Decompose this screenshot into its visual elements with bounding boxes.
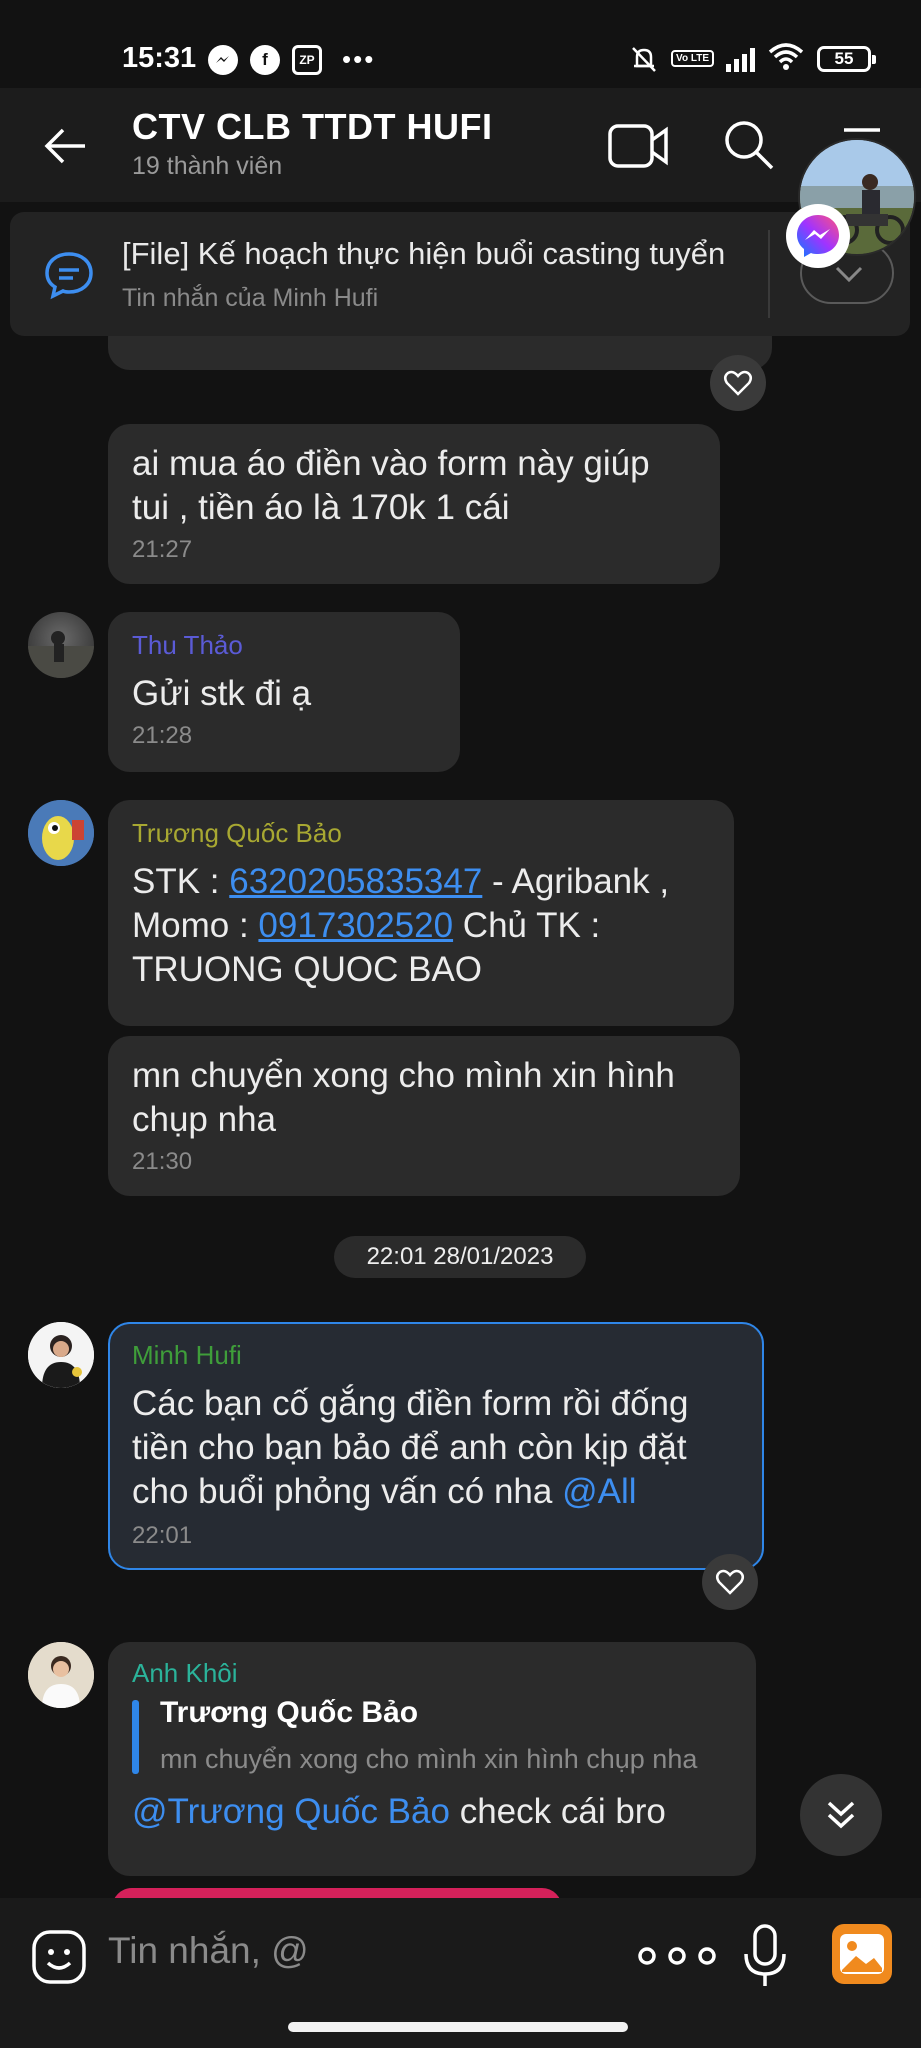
message-text-line: Momo : 0917302520 Chủ TK : xyxy=(132,904,600,948)
signal-icon xyxy=(726,46,755,72)
sender-name[interactable]: Minh Hufi xyxy=(132,1340,242,1371)
message-text: check cái bro xyxy=(449,1792,666,1831)
group-title[interactable]: CTV CLB TTDT HUFI xyxy=(132,106,492,148)
notification-icons: f ZP ••• xyxy=(208,44,375,75)
message-list[interactable]: ai mua áo điền vào form này giúp tui , t… xyxy=(0,336,921,1898)
message-text: Gửi stk đi ạ xyxy=(132,674,312,713)
wifi-icon xyxy=(767,42,805,75)
message-time: 22:01 xyxy=(132,1522,193,1549)
message-text: chụp nha xyxy=(132,1100,277,1139)
battery-icon: 55 xyxy=(817,45,876,72)
status-time: 15:31 xyxy=(122,42,197,74)
react-button[interactable] xyxy=(710,355,766,411)
avatar[interactable] xyxy=(28,612,94,678)
message-input[interactable]: Tin nhắn, @ xyxy=(108,1930,309,1972)
status-bar: 15:31 f ZP ••• Vo LTE 55 xyxy=(0,0,921,88)
mute-bell-icon xyxy=(629,44,659,74)
microphone-icon xyxy=(744,1924,786,1986)
battery-level: 55 xyxy=(834,48,854,68)
message-text: ai mua áo điền vào form này giúp xyxy=(132,444,650,483)
owner-label: Chủ TK : xyxy=(453,906,601,945)
message-text: tui , tiền áo là 170k 1 cái xyxy=(132,488,510,527)
message-text: tiền cho bạn bảo để anh còn kịp đặt xyxy=(132,1428,687,1467)
home-indicator[interactable] xyxy=(288,2022,628,2032)
message-bubble[interactable]: Thu Thảo Gửi stk đi ạ 21:28 xyxy=(108,612,460,772)
stk-label: STK : xyxy=(132,862,230,901)
system-icons: Vo LTE 55 xyxy=(629,42,876,75)
heart-icon xyxy=(716,1569,744,1595)
arrow-left-icon xyxy=(44,128,85,164)
three-dots-icon xyxy=(638,1947,716,1965)
mention-all[interactable]: @All xyxy=(562,1472,636,1511)
message-text: cho buổi phỏng vấn có nha xyxy=(132,1472,563,1511)
heart-icon xyxy=(724,370,752,396)
facebook-icon: f xyxy=(250,44,280,75)
messenger-icon xyxy=(208,44,238,75)
pinned-title: [File] Kế hoạch thực hiện buổi casting t… xyxy=(122,236,726,271)
volte-icon: Vo LTE xyxy=(671,50,714,67)
chat-bubble-icon xyxy=(42,248,96,302)
message-text: Các bạn cố gắng điền form rồi đống xyxy=(132,1384,689,1423)
messenger-icon xyxy=(786,204,850,268)
quoted-sender[interactable]: Trương Quốc Bảo xyxy=(160,1696,418,1730)
sender-name[interactable]: Thu Thảo xyxy=(132,630,243,661)
more-options-button[interactable] xyxy=(630,1938,730,1974)
pinned-divider xyxy=(768,230,770,318)
video-call-button[interactable] xyxy=(606,118,672,174)
account-owner: TRUONG QUOC BAO xyxy=(132,950,483,989)
message-bubble-reply[interactable]: Anh Khôi Trương Quốc Bảo mn chuyển xong … xyxy=(108,1642,756,1876)
search-icon xyxy=(725,121,774,170)
double-chevron-down-icon xyxy=(827,1801,855,1829)
pinned-subtitle: Tin nhắn của Minh Hufi xyxy=(122,284,379,312)
voice-message-button[interactable] xyxy=(740,1922,790,1992)
bank-name: - Agribank , xyxy=(482,862,670,901)
message-bubble[interactable]: Trương Quốc Bảo STK : 6320205835347 - Ag… xyxy=(108,800,734,1026)
message-bubble-partial[interactable] xyxy=(108,336,772,370)
chat-header: CTV CLB TTDT HUFI 19 thành viên xyxy=(0,88,921,202)
search-button[interactable] xyxy=(720,116,778,174)
video-camera-icon xyxy=(608,124,668,168)
react-button[interactable] xyxy=(702,1554,758,1610)
message-text-line: cho buổi phỏng vấn có nha @All xyxy=(132,1470,637,1514)
phone-number-link[interactable]: 0917302520 xyxy=(258,906,453,945)
zp-icon: ZP xyxy=(292,44,322,75)
avatar[interactable] xyxy=(28,800,94,866)
mention-user[interactable]: @Trương Quốc Bảo xyxy=(132,1792,450,1831)
avatar[interactable] xyxy=(28,1322,94,1388)
message-time: 21:27 xyxy=(132,536,193,563)
back-button[interactable] xyxy=(36,118,96,174)
message-bubble[interactable]: ai mua áo điền vào form này giúp tui , t… xyxy=(108,424,720,584)
avatar[interactable] xyxy=(28,1642,94,1708)
quote-bar xyxy=(132,1700,139,1774)
photo-button[interactable] xyxy=(832,1924,892,1984)
message-bubble[interactable]: mn chuyển xong cho mình xin hình chụp nh… xyxy=(108,1036,740,1196)
quoted-text[interactable]: mn chuyển xong cho mình xin hình chụp nh… xyxy=(160,1744,730,1775)
sender-name[interactable]: Trương Quốc Bảo xyxy=(132,818,342,849)
sender-name[interactable]: Anh Khôi xyxy=(132,1658,238,1689)
message-text-line: @Trương Quốc Bảo check cái bro xyxy=(132,1790,666,1834)
date-separator: 22:01 28/01/2023 xyxy=(334,1236,586,1278)
member-count[interactable]: 19 thành viên xyxy=(132,152,282,181)
pinned-message-bar[interactable]: [File] Kế hoạch thực hiện buổi casting t… xyxy=(10,212,910,336)
message-composer: Tin nhắn, @ xyxy=(0,1898,921,2048)
image-icon xyxy=(840,1934,884,1974)
message-text: mn chuyển xong cho mình xin hình xyxy=(132,1056,675,1095)
account-number-link[interactable]: 6320205835347 xyxy=(229,862,482,901)
message-time: 21:30 xyxy=(132,1148,193,1175)
more-notifications-icon: ••• xyxy=(342,44,376,74)
message-text-line: STK : 6320205835347 - Agribank , xyxy=(132,860,669,904)
emoji-button[interactable] xyxy=(30,1928,88,1986)
scroll-to-bottom-button[interactable] xyxy=(800,1774,882,1856)
smiley-icon xyxy=(32,1930,86,1984)
message-bubble-highlighted[interactable]: Minh Hufi Các bạn cố gắng điền form rồi … xyxy=(108,1322,764,1570)
message-time: 21:28 xyxy=(132,722,193,749)
momo-label: Momo : xyxy=(132,906,259,945)
